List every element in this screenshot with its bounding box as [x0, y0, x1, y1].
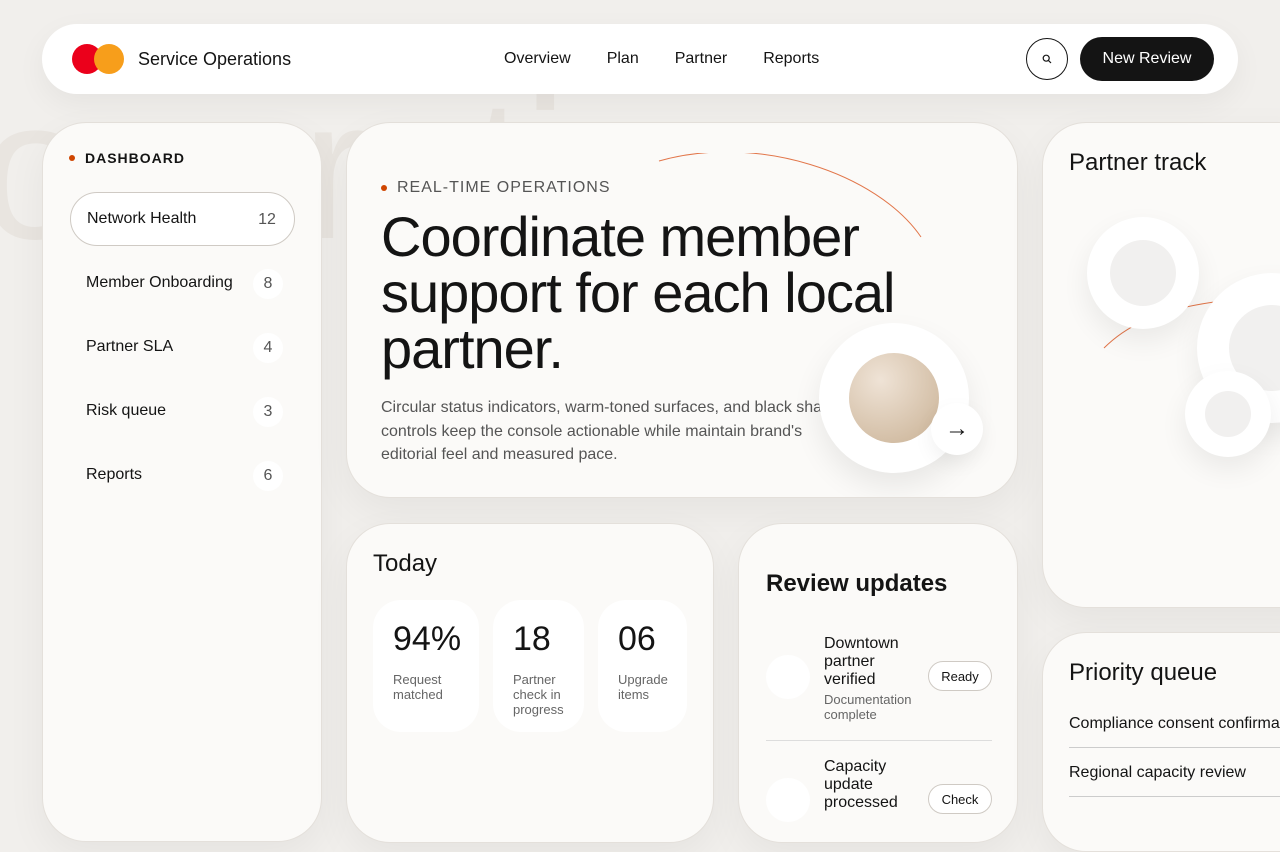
track-node-1[interactable]	[1087, 217, 1199, 329]
update-subtitle: Documentation complete	[824, 692, 912, 722]
nav-reports[interactable]: Reports	[763, 50, 819, 68]
sidebar-item-partner-sla[interactable]: Partner SLA 4	[70, 321, 295, 375]
avatar	[766, 778, 810, 822]
avatar	[766, 655, 810, 699]
sidebar-item-count: 4	[253, 333, 283, 363]
sidebar-item-label: Risk queue	[86, 402, 167, 419]
main-nav: Overview Plan Partner Reports	[504, 50, 855, 68]
divider	[1069, 747, 1280, 748]
divider	[1069, 796, 1280, 797]
sidebar-item-count: 8	[253, 269, 283, 299]
hero-eyebrow: REAL-TIME OPERATIONS	[381, 179, 611, 197]
priority-queue-title: Priority queue	[1069, 659, 1218, 686]
status-orb-core	[849, 353, 939, 443]
top-navigation-bar: Service Operations Overview Plan Partner…	[42, 24, 1238, 94]
sidebar-item-risk-queue[interactable]: Risk queue 3	[70, 385, 295, 439]
divider	[766, 740, 992, 741]
list-item[interactable]: Regional capacity review	[1069, 764, 1280, 782]
partner-track-title: Partner track	[1069, 149, 1207, 176]
hero-eyebrow-label: REAL-TIME OPERATIONS	[397, 179, 611, 196]
sidebar-item-label: Network Health	[87, 210, 197, 227]
update-title: Downtown partner verified	[824, 635, 899, 688]
today-title: Today	[373, 550, 438, 577]
sidebar-item-label: Reports	[86, 466, 143, 483]
sidebar-item-reports[interactable]: Reports 6	[70, 449, 295, 503]
stat-caption: Request matched	[393, 672, 443, 702]
update-title: Capacity update processed	[824, 758, 898, 811]
stat-value: 18	[513, 620, 551, 658]
arrow-right-button[interactable]: →	[931, 403, 983, 455]
hero-card: REAL-TIME OPERATIONS Coordinate member s…	[346, 122, 1018, 498]
sidebar-item-label: Partner SLA	[86, 338, 174, 355]
review-updates-card: Review updates Downtown partner verified…	[738, 523, 1018, 843]
sidebar-item-count: 3	[253, 397, 283, 427]
review-updates-title: Review updates	[766, 570, 948, 597]
brand-name: Service Operations	[138, 49, 292, 69]
logo-orange-circle	[94, 44, 124, 74]
stat-value: 06	[618, 620, 656, 658]
track-node-3[interactable]	[1185, 371, 1271, 457]
list-item[interactable]: Capacity update processed Check	[766, 758, 992, 842]
nav-plan[interactable]: Plan	[607, 50, 639, 68]
stat-partner-check: 18 Partner check in progress	[493, 600, 584, 732]
stat-caption: Upgrade items	[618, 672, 668, 702]
sidebar-item-network-health[interactable]: Network Health 12	[70, 192, 295, 246]
stat-value: 94%	[393, 620, 462, 658]
sidebar-item-count: 6	[253, 461, 283, 491]
stat-upgrade-items: 06 Upgrade items	[598, 600, 687, 732]
today-card: Today 94% Request matched 18 Partner che…	[346, 523, 714, 843]
stat-request-matched: 94% Request matched	[373, 600, 479, 732]
stat-caption: Partner check in progress	[513, 672, 564, 717]
search-button[interactable]	[1026, 38, 1068, 80]
nav-overview[interactable]: Overview	[504, 50, 571, 68]
arrow-right-icon: →	[945, 415, 969, 442]
status-badge[interactable]: Check	[928, 784, 992, 814]
accent-dot-icon	[381, 185, 387, 191]
new-review-button[interactable]: New Review	[1080, 37, 1214, 81]
sidebar-card: DASHBOARD Network Health 12 Member Onboa…	[42, 122, 322, 842]
hero-description: Circular status indicators, warm-toned s…	[381, 399, 849, 463]
sidebar-item-member-onboarding[interactable]: Member Onboarding 8	[70, 257, 295, 311]
priority-queue-card: Priority queue Compliance consent confir…	[1042, 632, 1280, 852]
accent-dot-icon	[69, 155, 75, 161]
sidebar-heading-label: DASHBOARD	[85, 150, 185, 166]
list-item[interactable]: Compliance consent confirmation	[1069, 715, 1280, 733]
status-badge[interactable]: Ready	[928, 661, 992, 691]
sidebar-item-count: 12	[252, 205, 282, 235]
brand-logo-icon[interactable]	[72, 44, 124, 74]
partner-track-card: Partner track	[1042, 122, 1280, 608]
sidebar-heading: DASHBOARD	[69, 150, 185, 166]
list-item[interactable]: Downtown partner verified Documentation …	[766, 635, 992, 735]
nav-partner[interactable]: Partner	[675, 50, 727, 68]
search-icon	[1042, 54, 1052, 64]
sidebar-item-label: Member Onboarding	[86, 274, 233, 291]
